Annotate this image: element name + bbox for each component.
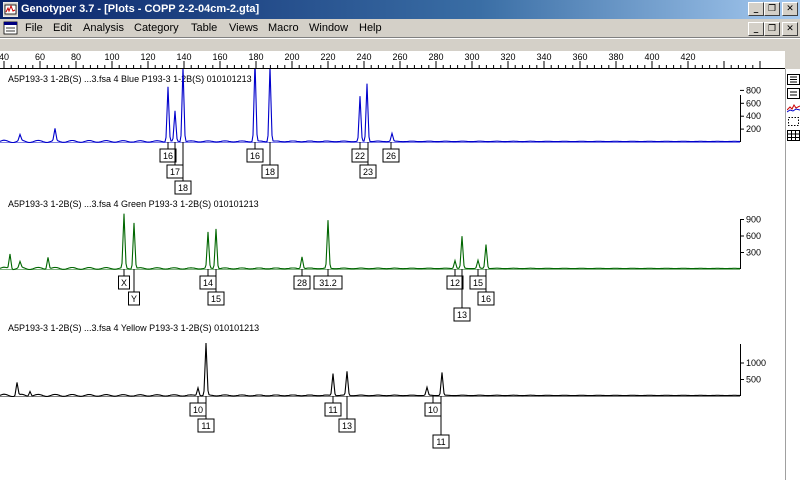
ruler-tick-label: 240 <box>356 52 371 62</box>
allele-label[interactable]: 10 <box>193 405 203 415</box>
y-tick-label: 800 <box>746 85 761 95</box>
ruler-tick-label: 120 <box>140 52 155 62</box>
title-bar: Genotyper 3.7 - [Plots - COPP 2-2-04cm-2… <box>0 0 800 19</box>
doc-minimize-button[interactable]: _ <box>748 22 764 36</box>
plot-panel-yellow: A5P193-3 1-2B(S) ...3.fsa 4 Yellow P193-… <box>0 323 766 449</box>
ruler-tick-label: 360 <box>572 52 587 62</box>
allele-label[interactable]: 31.2 <box>319 278 337 288</box>
document-icon[interactable] <box>3 21 19 36</box>
allele-label[interactable]: 12 <box>450 278 460 288</box>
ruler-tick-label: 60 <box>35 52 45 62</box>
allele-label[interactable]: 18 <box>265 167 275 177</box>
menu-window[interactable]: Window <box>309 22 348 34</box>
electropherogram-plots: A5P193-3 1-2B(S) ...3.fsa 4 Blue P193-3 … <box>0 61 766 449</box>
allele-label[interactable]: 10 <box>428 405 438 415</box>
allele-label[interactable]: 15 <box>473 278 483 288</box>
ruler-tick-label: 160 <box>212 52 227 62</box>
size-ruler: 40 60 80 100 120 140 160 180 200 220 240 260 280 300 3… <box>0 39 800 69</box>
ruler-tick-label: 300 <box>464 52 479 62</box>
ruler-tick-label: 380 <box>608 52 623 62</box>
right-toolstrip <box>785 69 800 480</box>
trace-yellow <box>0 342 740 398</box>
y-tick-label: 1000 <box>746 358 766 368</box>
allele-label[interactable]: Y <box>131 294 137 304</box>
allele-label[interactable]: 11 <box>436 437 445 447</box>
ruler-tick-label: 340 <box>536 52 551 62</box>
doc-restore-button[interactable]: ❐ <box>764 22 780 36</box>
trace-icon[interactable] <box>787 102 800 113</box>
select-box-icon[interactable] <box>787 116 800 127</box>
menu-edit[interactable]: Edit <box>53 22 72 34</box>
allele-label[interactable]: 18 <box>178 183 188 193</box>
y-tick-label: 600 <box>746 98 761 108</box>
ruler-tick-label: 280 <box>428 52 443 62</box>
panel-header: A5P193-3 1-2B(S) ...3.fsa 4 Blue P193-3 … <box>8 74 252 84</box>
allele-label[interactable]: 16 <box>250 151 260 161</box>
allele-label[interactable]: 16 <box>481 294 491 304</box>
ruler-tick-label: 140 <box>176 52 191 62</box>
menu-macro[interactable]: Macro <box>268 22 299 34</box>
menu-category[interactable]: Category <box>134 22 179 34</box>
y-tick-label: 200 <box>746 124 761 134</box>
ruler-tick-label: 200 <box>284 52 299 62</box>
doc-close-button[interactable]: ✕ <box>782 22 798 36</box>
ruler-tick-label: 100 <box>104 52 119 62</box>
menu-table[interactable]: Table <box>191 22 217 34</box>
allele-label[interactable]: 16 <box>163 151 173 161</box>
allele-label[interactable]: 26 <box>386 151 396 161</box>
y-tick-label: 400 <box>746 111 761 121</box>
y-tick-label: 900 <box>746 215 761 225</box>
panel-header: A5P193-3 1-2B(S) ...3.fsa 4 Yellow P193-… <box>8 323 259 333</box>
zoom-out-icon[interactable] <box>787 88 800 99</box>
allele-label[interactable]: 23 <box>363 167 373 177</box>
panel-header: A5P193-3 1-2B(S) ...3.fsa 4 Green P193-3… <box>8 199 259 209</box>
plot-panel-green: A5P193-3 1-2B(S) ...3.fsa 4 Green P193-3… <box>0 199 761 322</box>
y-tick-label: 600 <box>746 231 761 241</box>
menu-bar: File Edit Analysis Category Table Views … <box>0 19 800 38</box>
allele-label[interactable]: 17 <box>170 167 180 177</box>
ruler-tick-label: 420 <box>680 52 695 62</box>
allele-label[interactable]: 14 <box>203 278 213 288</box>
menu-views[interactable]: Views <box>229 22 258 34</box>
y-tick-label: 300 <box>746 248 761 258</box>
ruler-tick-label: 320 <box>500 52 515 62</box>
menu-help[interactable]: Help <box>359 22 382 34</box>
app-icon <box>3 2 18 17</box>
y-tick-label: 500 <box>746 375 761 385</box>
minimize-button[interactable]: _ <box>748 2 764 16</box>
close-button[interactable]: ✕ <box>782 2 798 16</box>
allele-label[interactable]: 28 <box>297 278 307 288</box>
allele-label[interactable]: 22 <box>355 151 365 161</box>
ruler-tick-label: 260 <box>392 52 407 62</box>
plot-area: A5P193-3 1-2B(S) ...3.fsa 4 Blue P193-3 … <box>0 61 785 480</box>
table-icon[interactable] <box>787 130 800 141</box>
allele-label[interactable]: 13 <box>457 310 467 320</box>
trace-green <box>0 213 740 271</box>
ruler-tick-label: 400 <box>644 52 659 62</box>
ruler-scale: 40 60 80 100 120 140 160 180 200 220 240 260 280 300 3… <box>0 51 785 69</box>
window-title: Genotyper 3.7 - [Plots - COPP 2-2-04cm-2… <box>21 3 260 15</box>
menu-analysis[interactable]: Analysis <box>83 22 124 34</box>
allele-label[interactable]: 11 <box>201 421 210 431</box>
allele-label[interactable]: 13 <box>342 421 352 431</box>
maximize-button[interactable]: ❐ <box>764 2 780 16</box>
zoom-in-icon[interactable] <box>787 74 800 85</box>
ruler-tick-label: 180 <box>248 52 263 62</box>
plot-panel-blue: A5P193-3 1-2B(S) ...3.fsa 4 Blue P193-3 … <box>0 61 761 195</box>
menu-file[interactable]: File <box>25 22 43 34</box>
ruler-tick-label: 40 <box>0 52 9 62</box>
allele-label[interactable]: 11 <box>328 405 337 415</box>
ruler-tick-label: 220 <box>320 52 335 62</box>
allele-label[interactable]: X <box>121 278 127 288</box>
ruler-tick-label: 80 <box>71 52 81 62</box>
allele-label[interactable]: 15 <box>211 294 221 304</box>
